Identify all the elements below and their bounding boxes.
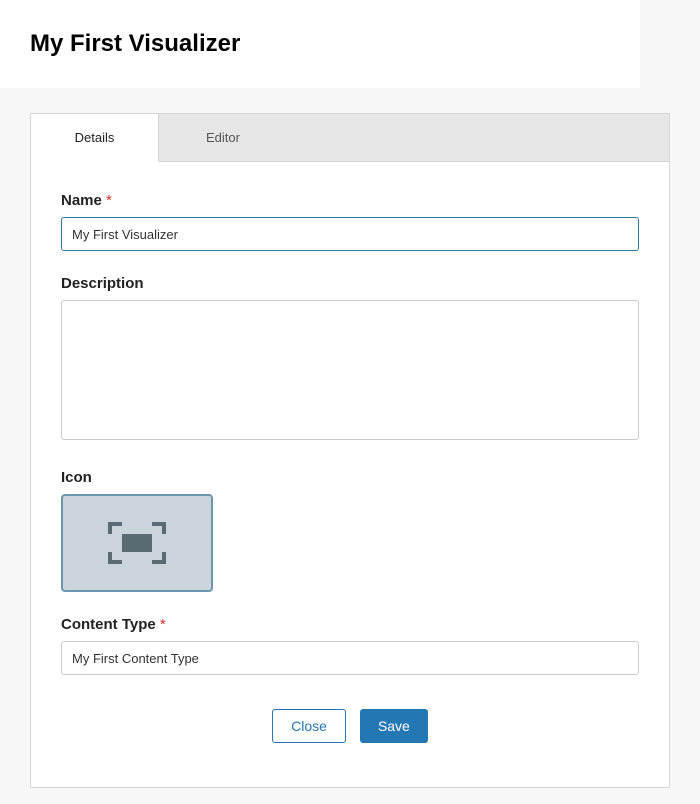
tab-details[interactable]: Details — [31, 114, 159, 162]
name-label: Name * — [61, 192, 639, 209]
tab-editor-label: Editor — [206, 130, 240, 145]
form-body: Name * Description Icon — [31, 162, 669, 787]
name-group: Name * — [61, 192, 639, 251]
fullscreen-icon — [108, 522, 166, 564]
required-marker: * — [106, 192, 112, 209]
content-type-input[interactable] — [61, 641, 639, 675]
page-title: My First Visualizer — [30, 30, 610, 58]
icon-label: Icon — [61, 469, 639, 486]
main-panel: Details Editor Name * Description Icon — [30, 113, 670, 788]
description-input[interactable] — [61, 300, 639, 440]
content-type-label-text: Content Type — [61, 616, 156, 633]
required-marker: * — [160, 616, 166, 633]
name-input[interactable] — [61, 217, 639, 251]
button-row: Close Save — [61, 699, 639, 767]
content-type-label: Content Type * — [61, 616, 639, 633]
name-label-text: Name — [61, 192, 102, 209]
description-group: Description — [61, 275, 639, 445]
save-button[interactable]: Save — [360, 709, 428, 743]
tab-details-label: Details — [75, 130, 115, 145]
icon-group: Icon — [61, 469, 639, 592]
tabs: Details Editor — [31, 114, 669, 162]
header: My First Visualizer — [0, 0, 640, 88]
close-button[interactable]: Close — [272, 709, 346, 743]
description-label: Description — [61, 275, 639, 292]
content-type-group: Content Type * — [61, 616, 639, 675]
tab-editor[interactable]: Editor — [159, 114, 287, 161]
icon-picker[interactable] — [61, 494, 213, 592]
